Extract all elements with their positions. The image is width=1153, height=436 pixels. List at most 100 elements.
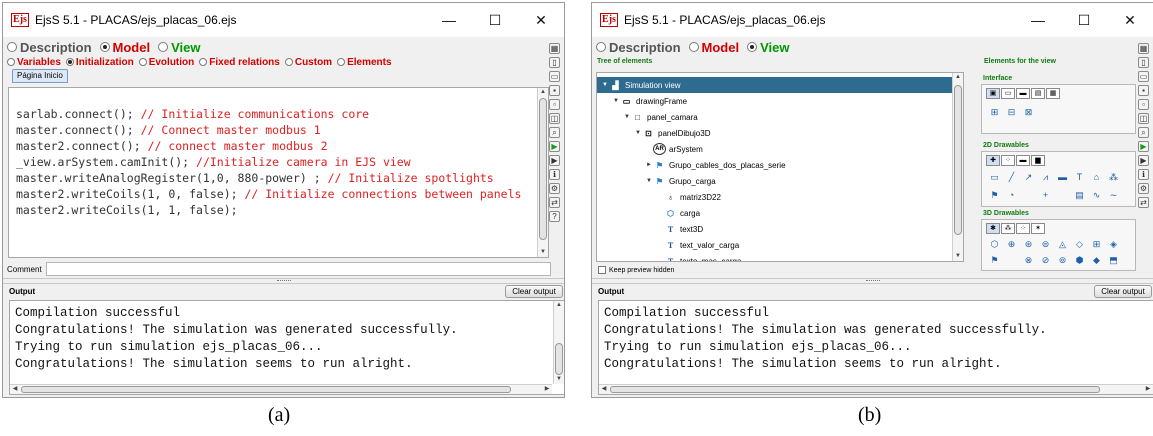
expand-arrow-icon[interactable]: ▼ [612, 98, 620, 104]
tab-view[interactable]: View [158, 40, 200, 55]
minimize-button[interactable]: — [1015, 3, 1061, 37]
maximize-button[interactable]: ☐ [472, 3, 518, 37]
expand-arrow-icon[interactable]: ▼ [645, 178, 653, 184]
open-folder-icon[interactable]: ▭ [1138, 71, 1149, 82]
palette-element-icon[interactable]: ⊚ [1054, 254, 1071, 266]
output-hscrollbar[interactable]: ◀ ▶ [599, 384, 1153, 394]
palette-element-icon[interactable]: ⚑ [986, 254, 1003, 266]
palette-tab[interactable]: ✶ [1031, 223, 1045, 234]
tree-item[interactable]: Ttext3D [597, 221, 703, 237]
tab-view[interactable]: View [747, 40, 789, 55]
output-hscrollbar[interactable]: ◀ ▶ [10, 384, 552, 394]
search-icon[interactable]: ⌕ [1138, 127, 1149, 138]
tree-scrollbar[interactable]: ▲ ▼ [952, 73, 963, 261]
scroll-down-icon[interactable]: ▼ [554, 375, 564, 384]
expand-arrow-icon[interactable]: ▼ [623, 114, 631, 120]
scroll-left-icon[interactable]: ◀ [10, 385, 20, 394]
palette-element-icon[interactable]: ⊠ [1020, 106, 1037, 118]
palette-element-icon[interactable]: ⊞ [1088, 238, 1105, 250]
palette-tab[interactable]: ▦ [1046, 88, 1060, 99]
scroll-thumb[interactable] [539, 98, 547, 240]
palette-tab[interactable]: ⁘ [1001, 155, 1015, 166]
open-folder-icon[interactable]: ▭ [549, 71, 560, 82]
element-tree[interactable]: ▼ ▟ Simulation view ▼ ▭ drawingFrame ▼ □ panel_c… [596, 72, 964, 262]
palette-element-icon[interactable] [1054, 189, 1071, 201]
tree-item[interactable]: Ttext_valor_carga [597, 237, 739, 253]
palette-tab[interactable]: ▤ [1031, 88, 1045, 99]
palette-element-icon[interactable]: ⚑ [986, 189, 1003, 201]
save-as-icon[interactable]: ▫ [549, 99, 560, 110]
keep-preview-row[interactable]: Keep preview hidden [598, 265, 674, 275]
palette-tab[interactable]: ✚ [986, 155, 1000, 166]
palette-element-icon[interactable]: ⬡ [986, 238, 1003, 250]
grid-icon[interactable]: ▦ [549, 43, 560, 54]
code-editor[interactable]: sarlab.connect(); // Initialize communic… [8, 87, 549, 258]
tree-item[interactable]: ⬡ carga [597, 205, 700, 221]
palette-tab[interactable]: ▆ [1031, 155, 1045, 166]
palette-element-icon[interactable]: ↗ [1020, 171, 1037, 183]
palette-element-icon[interactable]: ∿ [1088, 189, 1105, 201]
save-icon[interactable]: ▪ [1138, 85, 1149, 96]
scroll-thumb[interactable] [555, 343, 563, 375]
close-button[interactable]: ✕ [518, 3, 564, 37]
palette-element-icon[interactable]: + [1037, 189, 1054, 201]
subtab-variables[interactable]: Variables [7, 57, 61, 68]
preview-icon[interactable]: ◫ [549, 113, 560, 124]
subtab-custom[interactable]: Custom [284, 57, 332, 68]
palette-tab[interactable]: ▬ [1016, 88, 1030, 99]
tree-item[interactable]: Ttexto_mas_carga [597, 253, 742, 262]
palette-element-icon[interactable]: ◈ [1105, 238, 1122, 250]
palette-tab[interactable]: ⁘ [1016, 223, 1030, 234]
palette-element-icon[interactable]: ◬ [1054, 238, 1071, 250]
scroll-thumb[interactable] [954, 85, 962, 235]
palette-tab[interactable]: ▣ [986, 88, 1000, 99]
translate-icon[interactable]: ⇄ [1138, 197, 1149, 208]
grid-icon[interactable]: ▦ [1138, 43, 1149, 54]
tree-item[interactable]: ▼ □ panel_camara [597, 109, 698, 125]
palette-element-icon[interactable]: ▬ [1054, 171, 1071, 183]
scroll-down-icon[interactable]: ▼ [953, 252, 963, 261]
palette-element-icon[interactable]: ⁂ [1105, 171, 1122, 183]
palette-element-icon[interactable]: ⊞ [986, 106, 1003, 118]
subtab-initialization[interactable]: Initialization [65, 57, 134, 68]
subtab-evolution[interactable]: Evolution [138, 57, 194, 68]
tree-item[interactable]: ▼ ▟ Simulation view [597, 77, 954, 93]
palette-element-icon[interactable]: ◆ [1088, 254, 1105, 266]
palette-element-icon[interactable]: ⩘ [1037, 171, 1054, 183]
palette-element-icon[interactable]: T [1071, 171, 1088, 183]
palette-element-icon[interactable]: ◔ [1003, 189, 1020, 201]
editor-scrollbar[interactable]: ▲ ▼ [537, 88, 548, 257]
settings-icon[interactable]: ⚙ [1138, 183, 1149, 194]
output-scrollbar[interactable]: ▲ ▼ [553, 301, 564, 384]
expand-arrow-icon[interactable]: ▼ [601, 82, 609, 88]
split-divider[interactable] [592, 278, 1153, 284]
palette-element-icon[interactable]: ⊛ [1020, 238, 1037, 250]
palette-tab[interactable]: ⁂ [1001, 223, 1015, 234]
save-icon[interactable]: ▪ [549, 85, 560, 96]
tree-item[interactable]: ▼ ⚑ Grupo_carga [597, 173, 716, 189]
subtab-elements[interactable]: Elements [337, 57, 392, 68]
palette-element-icon[interactable]: ⌂ [1088, 171, 1105, 183]
new-file-icon[interactable]: ▯ [1138, 57, 1149, 68]
save-as-icon[interactable]: ▫ [1138, 99, 1149, 110]
palette-element-icon[interactable] [1020, 189, 1037, 201]
palette-element-icon[interactable]: ⊘ [1037, 254, 1054, 266]
package-icon[interactable]: ▶ [1138, 155, 1149, 166]
palette-element-icon[interactable]: ▤ [1071, 189, 1088, 201]
translate-icon[interactable]: ⇄ [549, 197, 560, 208]
preview-icon[interactable]: ◫ [1138, 113, 1149, 124]
clear-output-button[interactable]: Clear output [505, 285, 563, 298]
palette-element-icon[interactable]: ⊜ [1037, 238, 1054, 250]
palette-tab[interactable]: ✱ [986, 223, 1000, 234]
comment-input[interactable] [45, 262, 551, 276]
run-icon[interactable]: ▶ [549, 141, 560, 152]
tree-item[interactable]: AR arSystem [597, 141, 703, 157]
scroll-right-icon[interactable]: ▶ [1143, 385, 1153, 394]
scroll-right-icon[interactable]: ▶ [542, 385, 552, 394]
tree-item[interactable]: ► ⚑ Grupo_cables_dos_placas_serie [597, 157, 786, 173]
palette-element-icon[interactable]: ⬢ [1071, 254, 1088, 266]
search-icon[interactable]: ⌕ [549, 127, 560, 138]
scroll-thumb[interactable] [610, 386, 1100, 393]
help-icon[interactable]: ? [549, 211, 560, 222]
palette-tab[interactable]: ▭ [1001, 88, 1015, 99]
